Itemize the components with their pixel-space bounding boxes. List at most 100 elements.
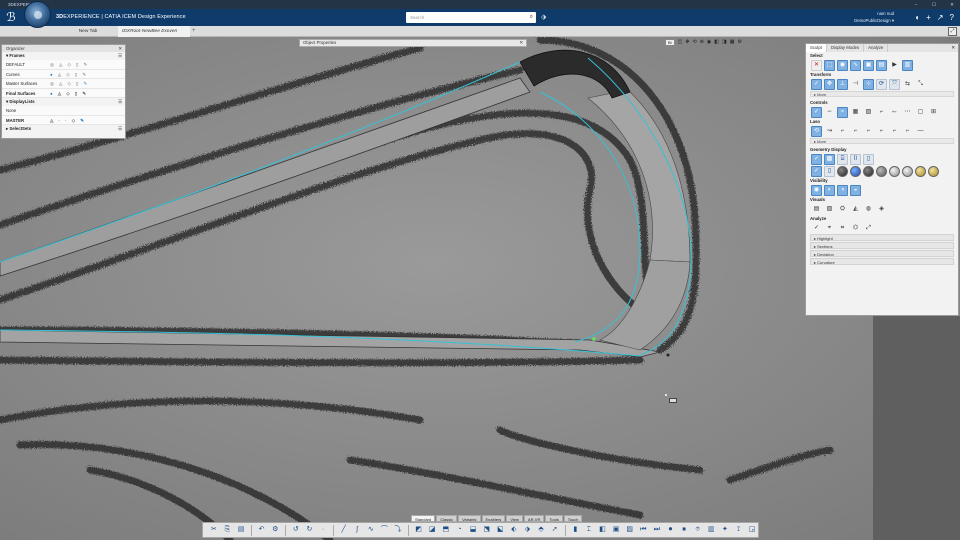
deselect-icon[interactable]: ✕ bbox=[811, 59, 822, 71]
displaylists-section[interactable]: ▾ DisplayLists ☰ bbox=[2, 98, 125, 106]
deviation-icon[interactable]: ⌬ bbox=[850, 223, 861, 234]
more-button[interactable]: ▸ More bbox=[810, 91, 954, 97]
lasso-step4-icon[interactable]: ⌐ bbox=[876, 126, 887, 137]
check-icon[interactable]: ✓ bbox=[811, 153, 822, 165]
lasso-line-icon[interactable]: — bbox=[915, 126, 926, 137]
frames-section[interactable]: ▾ Frames ☰ bbox=[2, 52, 125, 60]
highlight-expander[interactable]: ▸ Highlight bbox=[810, 234, 954, 241]
tab-standard[interactable]: Standard bbox=[411, 515, 436, 522]
list-item[interactable]: MASTER ◬ · · ◇ ✎ bbox=[2, 115, 125, 126]
record-icon[interactable]: ⏺ bbox=[665, 524, 677, 536]
list-item[interactable]: DEFAULT ◎ ◬ ◇ ▯ ✎ bbox=[2, 60, 125, 70]
list-item[interactable]: Curves ● ◬ ◇ ▯ ✎ bbox=[2, 69, 125, 80]
curve-ctrl-icon[interactable]: ∽ bbox=[824, 107, 835, 118]
blend-curve-icon[interactable]: ⌒ bbox=[379, 524, 391, 536]
minimize-button[interactable]: – bbox=[912, 0, 920, 9]
tag-icon[interactable]: ⬗ bbox=[541, 12, 546, 23]
forward-icon[interactable]: ⏭ bbox=[651, 524, 663, 536]
redo-icon[interactable]: ↻ bbox=[304, 524, 316, 536]
copy-icon[interactable]: ⎘ bbox=[222, 524, 234, 536]
material-blue-icon[interactable] bbox=[850, 165, 861, 177]
scale-icon[interactable]: ⤧ bbox=[889, 78, 900, 90]
capture-icon[interactable]: ▣ bbox=[610, 524, 622, 536]
scene-icon[interactable]: ⛭ bbox=[837, 204, 848, 215]
row-tools[interactable]: ◎ ◬ ◇ ▯ ✎ bbox=[50, 79, 89, 89]
edge-ctrl-icon[interactable]: ⌐ bbox=[876, 107, 887, 118]
tab-analyze[interactable]: Analyze bbox=[864, 44, 889, 52]
sections-expander[interactable]: ▸ Sections bbox=[810, 242, 954, 249]
curvature-icon[interactable]: ⤢ bbox=[863, 223, 874, 234]
point-ctrl-icon[interactable]: ⋯ bbox=[902, 107, 913, 118]
mesh-ctrl-icon[interactable]: ▧ bbox=[863, 107, 874, 118]
select-patch-icon[interactable]: ▤ bbox=[876, 59, 887, 71]
book-icon[interactable]: ▮ bbox=[569, 524, 581, 536]
snap-icon[interactable]: ⊹ bbox=[863, 78, 874, 90]
lasso-step6-icon[interactable]: ⌐ bbox=[902, 126, 913, 137]
wire-icon[interactable]: ⌸ bbox=[837, 153, 848, 165]
control-point-active[interactable] bbox=[592, 337, 596, 341]
analysis-icon[interactable]: ◧ bbox=[597, 524, 609, 536]
share-icon[interactable]: ↗ bbox=[937, 12, 944, 23]
view-icon[interactable]: ◉ bbox=[707, 39, 711, 45]
material-black-icon[interactable] bbox=[863, 165, 874, 177]
light-icon[interactable]: ◍ bbox=[863, 204, 874, 215]
fillet-icon[interactable]: ◔ bbox=[454, 524, 466, 536]
match-icon[interactable]: ⬗ bbox=[522, 524, 534, 536]
material-silver-icon[interactable] bbox=[889, 165, 900, 177]
grid-ctrl-icon[interactable]: ▦ bbox=[850, 107, 861, 118]
trim-icon[interactable]: ⬖ bbox=[508, 524, 520, 536]
cut-icon[interactable]: ✂ bbox=[208, 524, 220, 536]
grid-icon[interactable]: ▦ bbox=[730, 39, 735, 45]
surface-ctrl-icon[interactable]: ≈ bbox=[837, 106, 848, 118]
show-icon[interactable]: ◉ bbox=[811, 184, 822, 196]
material-dark-icon[interactable] bbox=[837, 165, 848, 177]
point-icon[interactable]: · bbox=[317, 524, 329, 536]
move-icon[interactable]: ✥ bbox=[824, 78, 835, 90]
tab-sculpt[interactable]: Sculpt bbox=[806, 44, 827, 52]
material-gray-icon[interactable] bbox=[876, 165, 887, 177]
shaded-icon[interactable]: ▩ bbox=[824, 153, 835, 165]
lasso-icon[interactable]: ⟲ bbox=[811, 125, 822, 137]
curvature-expander[interactable]: ▸ Curvature bbox=[810, 258, 954, 265]
more-button[interactable]: ▸ More bbox=[810, 138, 954, 144]
select-all-icon[interactable]: ▥ bbox=[902, 59, 913, 71]
rotate-icon[interactable]: ⟳ bbox=[876, 78, 887, 90]
zoom-icon[interactable]: ⊕ bbox=[700, 39, 704, 45]
section-options-icon[interactable]: ☰ bbox=[118, 125, 122, 133]
profile-icon[interactable]: ◐ bbox=[915, 12, 920, 23]
add-tab-button[interactable]: + bbox=[192, 26, 196, 37]
tab-touch[interactable]: Touch bbox=[563, 515, 583, 522]
material-bronze-icon[interactable] bbox=[928, 165, 939, 177]
camera-icon[interactable]: ◈ bbox=[876, 204, 887, 215]
row-tools[interactable]: ◬ · · ◇ ✎ bbox=[50, 116, 86, 126]
select-point-icon[interactable]: ◉ bbox=[837, 59, 848, 71]
user-menu[interactable]: nam nud DemoPublicDesign ▾ bbox=[842, 10, 894, 24]
project-curve-icon[interactable]: ⤵ bbox=[392, 524, 404, 536]
fit-icon[interactable]: ◫ bbox=[678, 39, 683, 45]
material-gold-icon[interactable] bbox=[915, 165, 926, 177]
select-surface-icon[interactable]: ▣ bbox=[863, 59, 874, 71]
check-icon[interactable]: ✓ bbox=[811, 223, 822, 234]
sweep-icon[interactable]: ⬒ bbox=[440, 524, 452, 536]
tab-tools[interactable]: Tools bbox=[545, 515, 563, 522]
lasso-step3-icon[interactable]: ⌐ bbox=[863, 126, 874, 137]
help-icon[interactable]: ? bbox=[950, 12, 954, 23]
compass-icon[interactable] bbox=[24, 1, 51, 28]
selectsets-section[interactable]: ▸ SelectSets ☰ bbox=[2, 125, 125, 133]
tab-display-modes[interactable]: Display Modes bbox=[827, 44, 865, 52]
isolate-icon[interactable]: ◒ bbox=[850, 184, 861, 196]
compare-icon[interactable]: ▨ bbox=[624, 524, 636, 536]
corner-ctrl-icon[interactable]: ⌙ bbox=[889, 107, 900, 118]
lasso-step2-icon[interactable]: ⌐ bbox=[850, 126, 861, 137]
snapshot-icon[interactable]: ▥ bbox=[706, 524, 718, 536]
close-icon[interactable]: ✕ bbox=[951, 44, 955, 52]
camera-icon[interactable]: ⌾ bbox=[692, 524, 704, 536]
offset-icon[interactable]: ⬓ bbox=[467, 524, 479, 536]
undo-menu-icon[interactable]: ↶ bbox=[256, 524, 268, 536]
axis-icon[interactable]: ⊥ bbox=[837, 78, 848, 90]
fullscreen-icon[interactable]: ⤢ bbox=[948, 27, 957, 36]
tab-enablers[interactable]: Enablers bbox=[481, 515, 506, 522]
rotate-icon[interactable]: ⟲ bbox=[693, 39, 697, 45]
box-icon[interactable]: ▯ bbox=[824, 165, 835, 177]
row-tools[interactable]: ● ◬ ◇ ▯ ✎ bbox=[50, 70, 88, 80]
